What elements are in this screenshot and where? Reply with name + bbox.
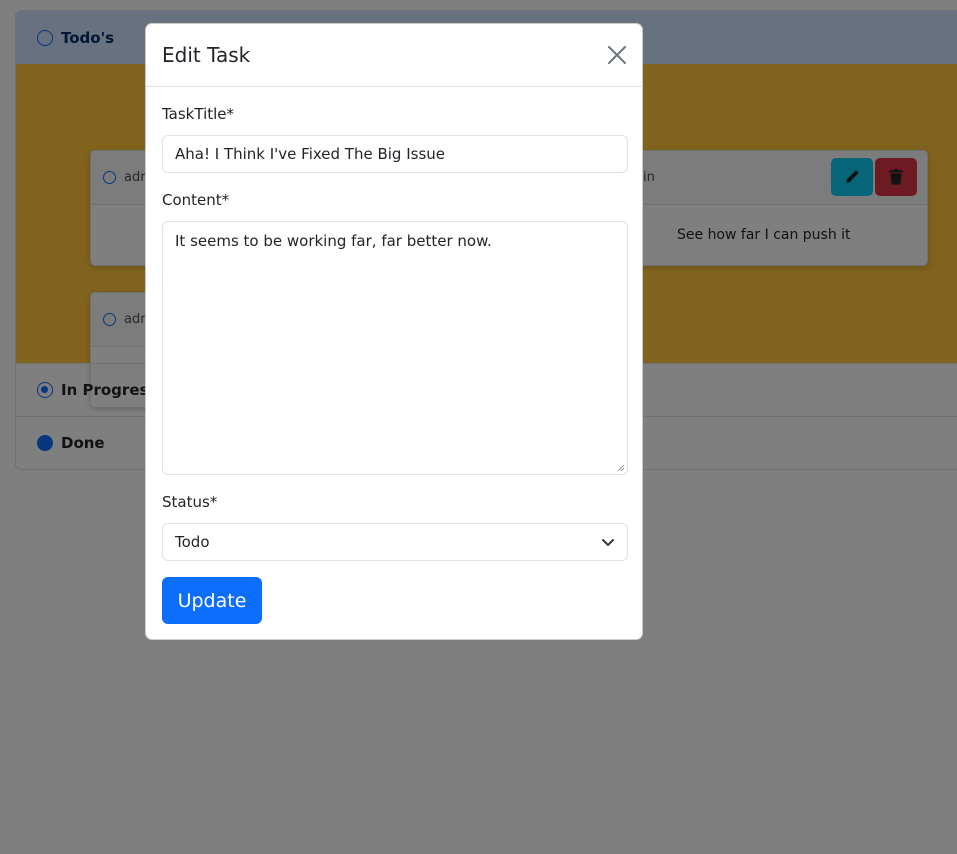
page: Todo's adr in <box>0 0 957 854</box>
task-title-input[interactable]: Aha! I Think I've Fixed The Big Issue <box>162 135 628 173</box>
modal-title: Edit Task <box>162 43 251 67</box>
update-button[interactable]: Update <box>162 577 262 624</box>
status-label: Status* <box>162 493 218 511</box>
close-button[interactable] <box>605 43 629 67</box>
task-title-label: TaskTitle* <box>162 105 235 123</box>
status-select[interactable]: Todo <box>162 523 628 561</box>
edit-task-modal: Edit Task TaskTitle* Aha! I Think I've F… <box>145 23 643 640</box>
resize-grip-icon[interactable] <box>615 462 625 472</box>
modal-header: Edit Task <box>146 24 642 87</box>
status-selected-value: Todo <box>175 533 210 551</box>
close-icon <box>608 46 626 64</box>
content-textarea[interactable]: It seems to be working far, far better n… <box>162 221 628 475</box>
content-label: Content* <box>162 191 230 209</box>
chevron-down-icon <box>602 539 614 546</box>
content-text: It seems to be working far, far better n… <box>175 232 492 250</box>
